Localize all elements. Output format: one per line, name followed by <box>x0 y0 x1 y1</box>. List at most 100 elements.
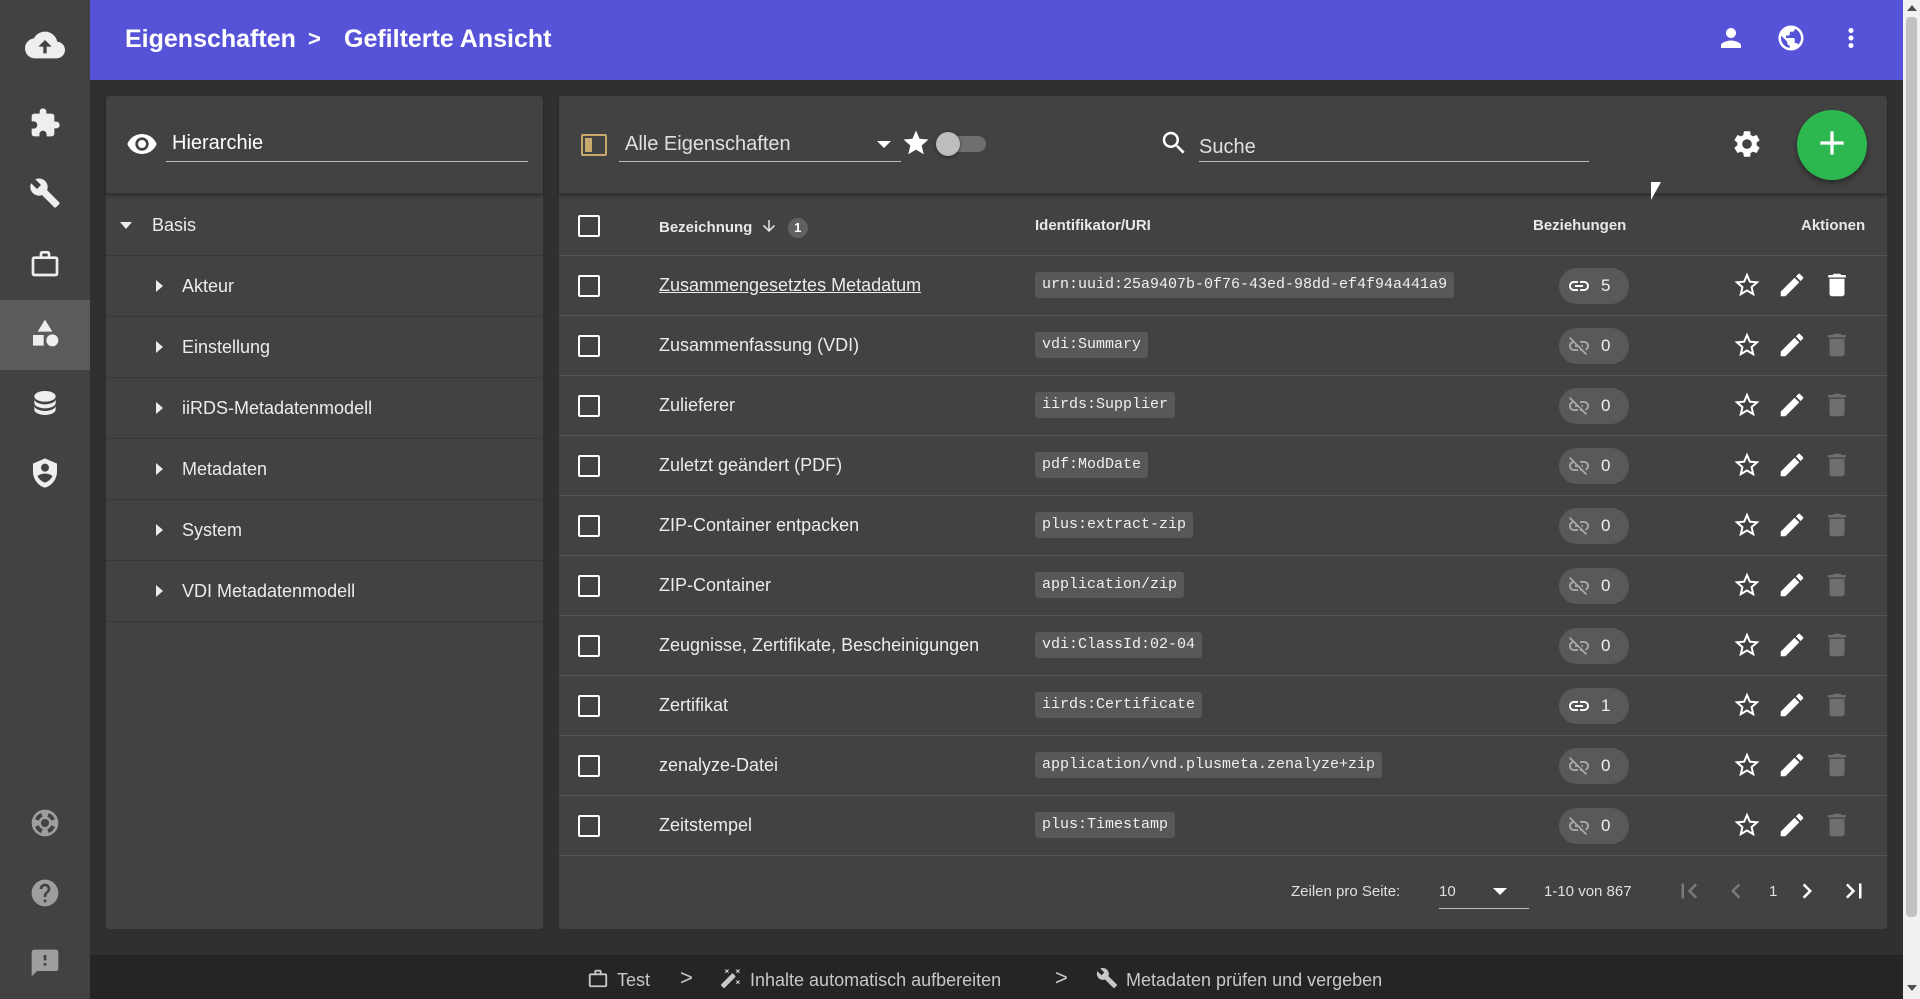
scroll-up-arrow-icon[interactable] <box>1907 5 1917 11</box>
property-name[interactable]: ZIP-Container <box>659 575 771 596</box>
table-row[interactable]: Zulieferer iirds:Supplier 0 <box>559 376 1887 436</box>
favorite-button[interactable] <box>1732 390 1762 420</box>
favorite-button[interactable] <box>1732 630 1762 660</box>
property-name[interactable]: ZIP-Container entpacken <box>659 515 859 536</box>
side-panel-toggle-icon[interactable] <box>581 134 607 156</box>
property-name[interactable]: zenalyze-Datei <box>659 755 778 776</box>
expand-right-icon[interactable] <box>156 402 163 414</box>
column-header-relations[interactable]: Beziehungen <box>1533 217 1626 234</box>
row-checkbox[interactable] <box>578 395 600 417</box>
table-row[interactable]: Zusammenfassung (VDI) vdi:Summary 0 <box>559 316 1887 376</box>
relations-chip[interactable]: 0 <box>1559 808 1629 844</box>
favorites-toggle[interactable] <box>936 132 986 156</box>
rail-cloud-upload-button[interactable] <box>0 12 90 82</box>
edit-button[interactable] <box>1777 510 1807 540</box>
relations-chip[interactable]: 0 <box>1559 448 1629 484</box>
rail-tools-button[interactable] <box>0 160 90 230</box>
delete-button[interactable] <box>1822 270 1852 300</box>
tree-item[interactable]: Akteur <box>106 256 543 317</box>
row-checkbox[interactable] <box>578 635 600 657</box>
breadcrumb-properties[interactable]: Eigenschaften <box>125 25 296 54</box>
property-name[interactable]: Zertifikat <box>659 695 728 716</box>
table-row[interactable]: Zeugnisse, Zertifikate, Bescheinigungen v… <box>559 616 1887 676</box>
edit-button[interactable] <box>1777 750 1807 780</box>
expand-right-icon[interactable] <box>156 524 163 536</box>
row-checkbox[interactable] <box>578 515 600 537</box>
property-name[interactable]: Zusammenfassung (VDI) <box>659 335 859 356</box>
tree-item-root[interactable]: Basis <box>106 195 543 256</box>
property-name[interactable]: Zuletzt geändert (PDF) <box>659 455 842 476</box>
scroll-down-arrow-icon[interactable] <box>1907 985 1917 991</box>
row-checkbox[interactable] <box>578 575 600 597</box>
edit-button[interactable] <box>1777 270 1807 300</box>
select-all-checkbox[interactable] <box>578 215 600 237</box>
expand-down-icon[interactable] <box>120 222 132 229</box>
row-checkbox[interactable] <box>578 455 600 477</box>
relations-chip[interactable]: 0 <box>1559 508 1629 544</box>
rail-properties-button[interactable] <box>0 300 90 370</box>
relations-chip[interactable]: 0 <box>1559 328 1629 364</box>
expand-right-icon[interactable] <box>156 463 163 475</box>
favorite-button[interactable] <box>1732 570 1762 600</box>
edit-button[interactable] <box>1777 810 1807 840</box>
property-name[interactable]: Zeugnisse, Zertifikate, Bescheinigungen <box>659 635 979 656</box>
relations-chip[interactable]: 0 <box>1559 748 1629 784</box>
search-input[interactable] <box>1199 126 1589 162</box>
expand-right-icon[interactable] <box>156 585 163 597</box>
rail-support-button[interactable] <box>0 790 90 860</box>
rail-projects-button[interactable] <box>0 230 90 300</box>
language-button[interactable] <box>1773 22 1809 58</box>
row-checkbox[interactable] <box>578 755 600 777</box>
more-menu-button[interactable] <box>1833 22 1869 58</box>
favorite-button[interactable] <box>1732 810 1762 840</box>
table-row[interactable]: ZIP-Container application/zip 0 <box>559 556 1887 616</box>
row-checkbox[interactable] <box>578 275 600 297</box>
rows-per-page-select[interactable]: 10 <box>1439 873 1529 909</box>
tree-item[interactable]: VDI Metadatenmodell <box>106 561 543 622</box>
relations-chip[interactable]: 1 <box>1559 688 1629 724</box>
favorite-button[interactable] <box>1732 450 1762 480</box>
edit-button[interactable] <box>1777 450 1807 480</box>
workflow-step-review-metadata[interactable]: Metadaten prüfen und vergeben <box>1096 967 1382 994</box>
relations-chip[interactable]: 0 <box>1559 628 1629 664</box>
table-row[interactable]: Zuletzt geändert (PDF) pdf:ModDate 0 <box>559 436 1887 496</box>
scrollbar-thumb[interactable] <box>1906 17 1917 917</box>
tree-item[interactable]: iiRDS-Metadatenmodell <box>106 378 543 439</box>
expand-right-icon[interactable] <box>156 341 163 353</box>
relations-chip[interactable]: 0 <box>1559 568 1629 604</box>
property-name[interactable]: Zulieferer <box>659 395 735 416</box>
table-row[interactable]: zenalyze-Datei application/vnd.plusmeta.z… <box>559 736 1887 796</box>
favorite-button[interactable] <box>1732 330 1762 360</box>
expand-right-icon[interactable] <box>156 280 163 292</box>
add-property-button[interactable] <box>1797 110 1867 180</box>
rail-help-button[interactable] <box>0 860 90 930</box>
rail-database-button[interactable] <box>0 370 90 440</box>
rail-admin-button[interactable] <box>0 440 90 510</box>
property-filter-select[interactable]: Alle Eigenschaften <box>619 126 901 162</box>
row-checkbox[interactable] <box>578 335 600 357</box>
favorite-button[interactable] <box>1732 510 1762 540</box>
table-row[interactable]: Zeitstempel plus:Timestamp 0 <box>559 796 1887 856</box>
favorite-button[interactable] <box>1732 690 1762 720</box>
table-settings-button[interactable] <box>1731 128 1763 160</box>
tree-item[interactable]: Einstellung <box>106 317 543 378</box>
favorite-button[interactable] <box>1732 270 1762 300</box>
edit-button[interactable] <box>1777 690 1807 720</box>
property-name[interactable]: Zusammengesetztes Metadatum <box>659 275 921 296</box>
column-header-uri[interactable]: Identifikator/URI <box>1035 217 1151 234</box>
next-page-button[interactable] <box>1792 876 1822 906</box>
view-mode-select[interactable]: Hierarchie <box>166 126 574 162</box>
first-page-button[interactable] <box>1674 876 1704 906</box>
workflow-step-project[interactable]: Test <box>587 967 650 994</box>
edit-button[interactable] <box>1777 330 1807 360</box>
column-header-name[interactable]: Bezeichnung 1 <box>659 217 808 239</box>
rail-feedback-button[interactable] <box>0 930 90 999</box>
edit-button[interactable] <box>1777 570 1807 600</box>
table-row[interactable]: Zertifikat iirds:Certificate 1 <box>559 676 1887 736</box>
favorite-button[interactable] <box>1732 750 1762 780</box>
workflow-step-auto-process[interactable]: Inhalte automatisch aufbereiten <box>720 967 1001 994</box>
edit-button[interactable] <box>1777 630 1807 660</box>
row-checkbox[interactable] <box>578 695 600 717</box>
last-page-button[interactable] <box>1839 876 1869 906</box>
table-row[interactable]: ZIP-Container entpacken plus:extract-zip 0 <box>559 496 1887 556</box>
